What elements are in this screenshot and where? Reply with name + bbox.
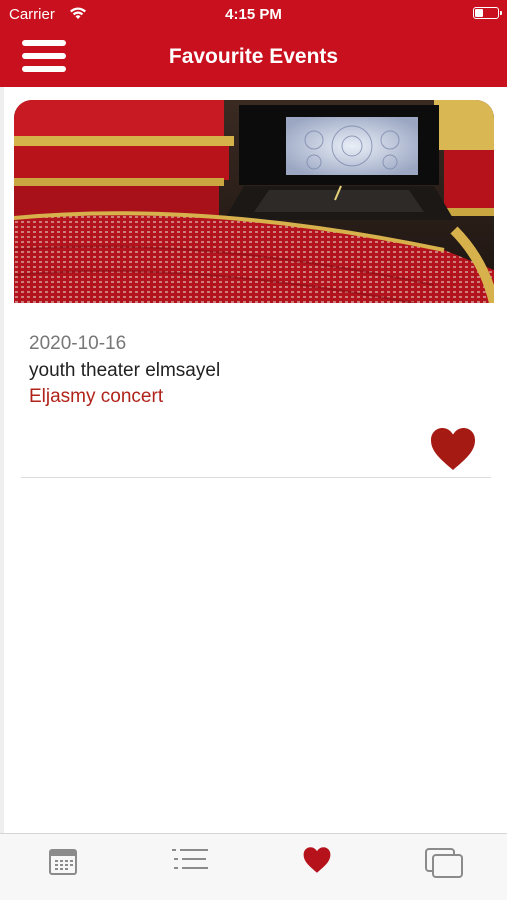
tab-list[interactable] bbox=[127, 834, 253, 900]
heart-icon bbox=[431, 428, 475, 470]
tab-favourites[interactable] bbox=[254, 834, 380, 900]
heart-icon bbox=[303, 847, 331, 873]
tab-gallery[interactable] bbox=[381, 834, 507, 900]
list-icon bbox=[172, 849, 208, 869]
tab-calendar[interactable] bbox=[0, 834, 126, 900]
tab-bar bbox=[0, 833, 507, 900]
calendar-icon bbox=[49, 849, 77, 875]
event-card[interactable]: 2020-10-16 youth theater elmsayel Eljasm… bbox=[14, 100, 494, 470]
event-date: 2020-10-16 bbox=[29, 333, 127, 354]
page-title: Favourite Events bbox=[168, 45, 339, 68]
status-time: 4:15 PM bbox=[225, 6, 282, 23]
favourite-button[interactable] bbox=[429, 426, 477, 472]
nav-bar: Favourite Events bbox=[0, 30, 507, 87]
event-title[interactable]: Eljasmy concert bbox=[29, 386, 163, 408]
divider bbox=[21, 477, 491, 478]
status-bar: Carrier 4:15 PM bbox=[0, 0, 507, 30]
favourites-list: 2020-10-16 youth theater elmsayel Eljasm… bbox=[0, 87, 507, 833]
gallery-icon bbox=[425, 848, 463, 878]
battery-icon bbox=[473, 7, 502, 19]
event-image bbox=[14, 100, 494, 303]
event-venue: youth theater elmsayel bbox=[29, 360, 221, 381]
